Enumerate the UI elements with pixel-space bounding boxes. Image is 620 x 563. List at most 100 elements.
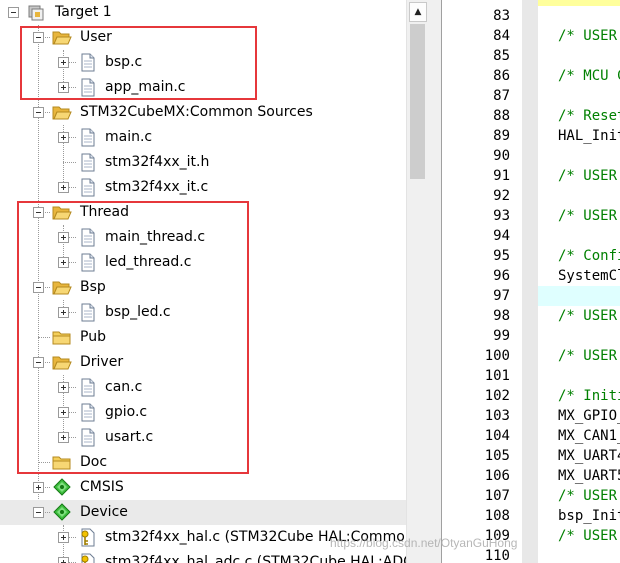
code-line[interactable]: /* Reset of all peripherals, Initializes… <box>558 106 620 126</box>
file-icon <box>78 378 98 397</box>
panel-splitter[interactable] <box>428 0 441 563</box>
code-line[interactable]: MX_UART5_Init(); <box>558 466 620 486</box>
code-line[interactable] <box>558 366 620 386</box>
code-line[interactable]: /* USER CODE BEGIN 1 */ <box>558 26 620 46</box>
expand-toggle-icon[interactable] <box>58 382 69 393</box>
tree-item-main-c[interactable]: main.c <box>0 125 406 150</box>
collapse-toggle-icon[interactable] <box>33 32 44 43</box>
tree-item-can-c[interactable]: can.c <box>0 375 406 400</box>
code-line[interactable] <box>558 286 620 306</box>
editor-margin-strip <box>522 0 538 563</box>
tree-item-gpio-c[interactable]: gpio.c <box>0 400 406 425</box>
code-line[interactable]: /* USER CODE BEGIN Init */ <box>558 166 620 186</box>
expand-toggle-icon[interactable] <box>58 182 69 193</box>
code-line[interactable]: MX_GPIO_Init(); <box>558 406 620 426</box>
collapse-toggle-icon[interactable] <box>8 7 19 18</box>
line-number: 108 <box>484 508 510 524</box>
code-line[interactable] <box>558 46 620 66</box>
code-line[interactable]: /* USER CODE END Init */ <box>558 206 620 226</box>
tree-item-bsp[interactable]: Bsp <box>0 275 406 300</box>
tree-item-label: main.c <box>105 129 153 145</box>
tree-item-label: stm32f4xx_it.c <box>105 179 209 195</box>
tree-item-pub[interactable]: Pub <box>0 325 406 350</box>
collapse-toggle-icon[interactable] <box>33 507 44 518</box>
code-line[interactable]: /* USER CODE BEGIN 2 */ <box>558 486 620 506</box>
tree-item-usart-c[interactable]: usart.c <box>0 425 406 450</box>
tree-item-device[interactable]: Device <box>0 500 406 525</box>
expand-toggle-icon[interactable] <box>58 257 69 268</box>
tree-item-user[interactable]: User <box>0 25 406 50</box>
code-line[interactable]: SystemClock_Config(); <box>558 266 620 286</box>
expand-toggle-icon[interactable] <box>58 82 69 93</box>
code-line[interactable]: /* USER CODE END SysInit */ <box>558 346 620 366</box>
expand-toggle-icon[interactable] <box>58 407 69 418</box>
tree-item-cmsis[interactable]: CMSIS <box>0 475 406 500</box>
tree-item-label: can.c <box>105 379 143 395</box>
tree-item-label: STM32CubeMX:Common Sources <box>80 104 313 120</box>
line-number: 98 <box>493 308 510 324</box>
scroll-up-arrow-icon[interactable]: ▲ <box>409 2 427 22</box>
tree-item-doc[interactable]: Doc <box>0 450 406 475</box>
tree-item-label: stm32f4xx_hal_adc.c (STM32Cube HAL:ADC) <box>105 554 406 563</box>
code-area[interactable]: /* USER CODE BEGIN 1 */ /* MCU Configurat… <box>538 0 620 563</box>
code-line[interactable]: MX_CAN1_Init(); <box>558 426 620 446</box>
line-number: 97 <box>493 288 510 304</box>
tree-vertical-scrollbar[interactable]: ▲ <box>406 0 428 563</box>
tree-item-app-main-c[interactable]: app_main.c <box>0 75 406 100</box>
tree-item-led-thread-c[interactable]: led_thread.c <box>0 250 406 275</box>
code-line[interactable] <box>558 186 620 206</box>
line-number: 88 <box>493 108 510 124</box>
tree-item-stm32cubemx-common-sources[interactable]: STM32CubeMX:Common Sources <box>0 100 406 125</box>
expand-toggle-icon[interactable] <box>58 557 69 563</box>
tree-item-thread[interactable]: Thread <box>0 200 406 225</box>
expand-toggle-icon[interactable] <box>58 57 69 68</box>
code-line[interactable] <box>558 226 620 246</box>
code-line[interactable]: HAL_Init(); <box>558 126 620 146</box>
folder-icon <box>52 328 72 347</box>
collapse-toggle-icon[interactable] <box>33 357 44 368</box>
tree-item-stm32f4xx-hal-adc-c-stm32cube-hal-adc[interactable]: stm32f4xx_hal_adc.c (STM32Cube HAL:ADC) <box>0 550 406 563</box>
expand-toggle-icon[interactable] <box>58 132 69 143</box>
tree-item-stm32f4xx-it-h[interactable]: stm32f4xx_it.h <box>0 150 406 175</box>
expand-toggle-icon[interactable] <box>58 307 69 318</box>
code-line[interactable]: /* MCU Configuration--------------------… <box>558 66 620 86</box>
collapse-toggle-icon[interactable] <box>33 207 44 218</box>
code-line[interactable]: /* Configure the system clock */ <box>558 246 620 266</box>
collapse-toggle-icon[interactable] <box>33 107 44 118</box>
tree-item-driver[interactable]: Driver <box>0 350 406 375</box>
tree-item-main-thread-c[interactable]: main_thread.c <box>0 225 406 250</box>
code-line[interactable] <box>558 6 620 26</box>
folder-icon <box>52 453 72 472</box>
tree-item-stm32f4xx-it-c[interactable]: stm32f4xx_it.c <box>0 175 406 200</box>
file-icon <box>78 303 98 322</box>
code-line[interactable]: /* Initialize all configured peripherals… <box>558 386 620 406</box>
tree-item-bsp-c[interactable]: bsp.c <box>0 50 406 75</box>
code-line[interactable]: MX_UART4_Init(); <box>558 446 620 466</box>
code-line[interactable] <box>558 546 620 563</box>
code-line[interactable]: /* USER CODE END 2 */ <box>558 526 620 546</box>
line-number-gutter: 83 84 85 86 87 88 89 90 91 92 93 94 95 96 97 98 99 100 101… <box>442 0 522 563</box>
collapse-toggle-icon[interactable] <box>33 282 44 293</box>
file-icon <box>78 253 98 272</box>
code-editor[interactable]: 83 84 85 86 87 88 89 90 91 92 93 94 95 96 97 98 99 100 101… <box>441 0 620 563</box>
code-line[interactable] <box>558 146 620 166</box>
expand-toggle-icon[interactable] <box>58 532 69 543</box>
line-number: 83 <box>493 8 510 24</box>
scrollbar-thumb[interactable] <box>410 24 425 179</box>
line-number: 102 <box>484 388 510 404</box>
file-icon <box>78 53 98 72</box>
line-number: 100 <box>484 348 510 364</box>
code-line[interactable]: bsp_Init(); <box>558 506 620 526</box>
expand-toggle-icon[interactable] <box>33 482 44 493</box>
code-line[interactable]: /* USER CODE BEGIN SysInit */ <box>558 306 620 326</box>
watermark: https://blog.csdn.net/OtyanGuHong <box>330 536 518 550</box>
expand-toggle-icon[interactable] <box>58 232 69 243</box>
tree-item-bsp-led-c[interactable]: bsp_led.c <box>0 300 406 325</box>
line-number: 87 <box>493 88 510 104</box>
line-number: 94 <box>493 228 510 244</box>
line-number: 84 <box>493 28 510 44</box>
expand-toggle-icon[interactable] <box>58 432 69 443</box>
code-line[interactable] <box>558 86 620 106</box>
tree-item-target-1[interactable]: Target 1 <box>0 0 406 25</box>
code-line[interactable] <box>558 326 620 346</box>
